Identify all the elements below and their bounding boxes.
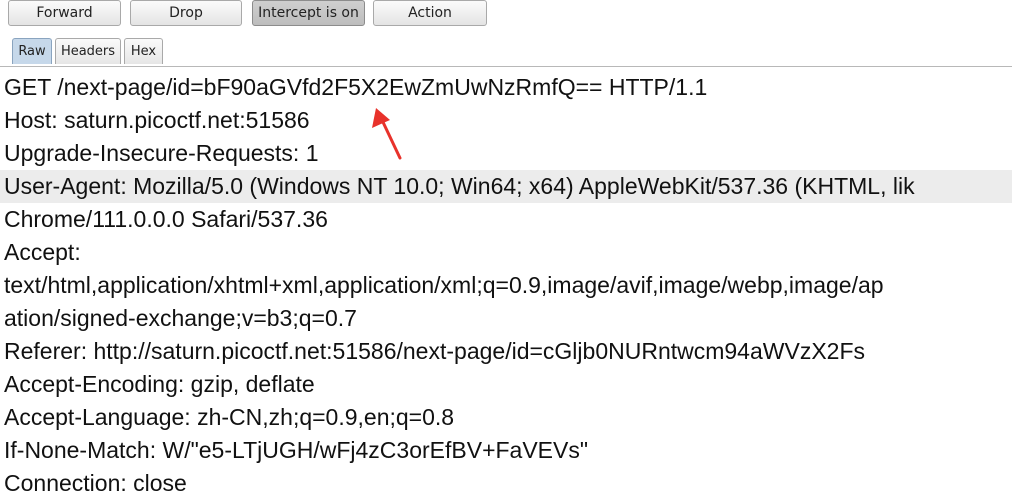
action-button[interactable]: Action	[373, 0, 487, 26]
raw-request-editor[interactable]: GET /next-page/id=bF90aGVfd2F5X2EwZmUwNz…	[0, 66, 1012, 501]
intercept-toggle-button[interactable]: Intercept is on	[252, 0, 365, 26]
proxy-toolbar: Forward Drop Intercept is on Action	[0, 0, 1012, 34]
request-line[interactable]: Upgrade-Insecure-Requests: 1	[0, 137, 1012, 170]
request-line-highlighted[interactable]: User-Agent: Mozilla/5.0 (Windows NT 10.0…	[0, 170, 1012, 203]
tab-raw[interactable]: Raw	[12, 38, 52, 64]
message-view-tabs: Raw Headers Hex	[0, 36, 1012, 102]
request-line[interactable]: Host: saturn.picoctf.net:51586	[0, 104, 1012, 137]
request-line[interactable]: ation/signed-exchange;v=b3;q=0.7	[0, 302, 1012, 335]
request-line[interactable]: Referer: http://saturn.picoctf.net:51586…	[0, 335, 1012, 368]
forward-button[interactable]: Forward	[8, 0, 121, 26]
request-line[interactable]: text/html,application/xhtml+xml,applicat…	[0, 269, 1012, 302]
request-line[interactable]: Accept-Language: zh-CN,zh;q=0.9,en;q=0.8	[0, 401, 1012, 434]
request-line[interactable]: GET /next-page/id=bF90aGVfd2F5X2EwZmUwNz…	[0, 71, 1012, 104]
request-line[interactable]: If-None-Match: W/"e5-LTjUGH/wFj4zC3orEfB…	[0, 434, 1012, 467]
request-line[interactable]: Connection: close	[0, 467, 1012, 500]
request-line[interactable]: Chrome/111.0.0.0 Safari/537.36	[0, 203, 1012, 236]
request-line[interactable]: Accept:	[0, 236, 1012, 269]
request-line[interactable]: Accept-Encoding: gzip, deflate	[0, 368, 1012, 401]
tab-headers[interactable]: Headers	[55, 38, 121, 64]
drop-button[interactable]: Drop	[130, 0, 242, 26]
tab-hex[interactable]: Hex	[124, 38, 163, 64]
